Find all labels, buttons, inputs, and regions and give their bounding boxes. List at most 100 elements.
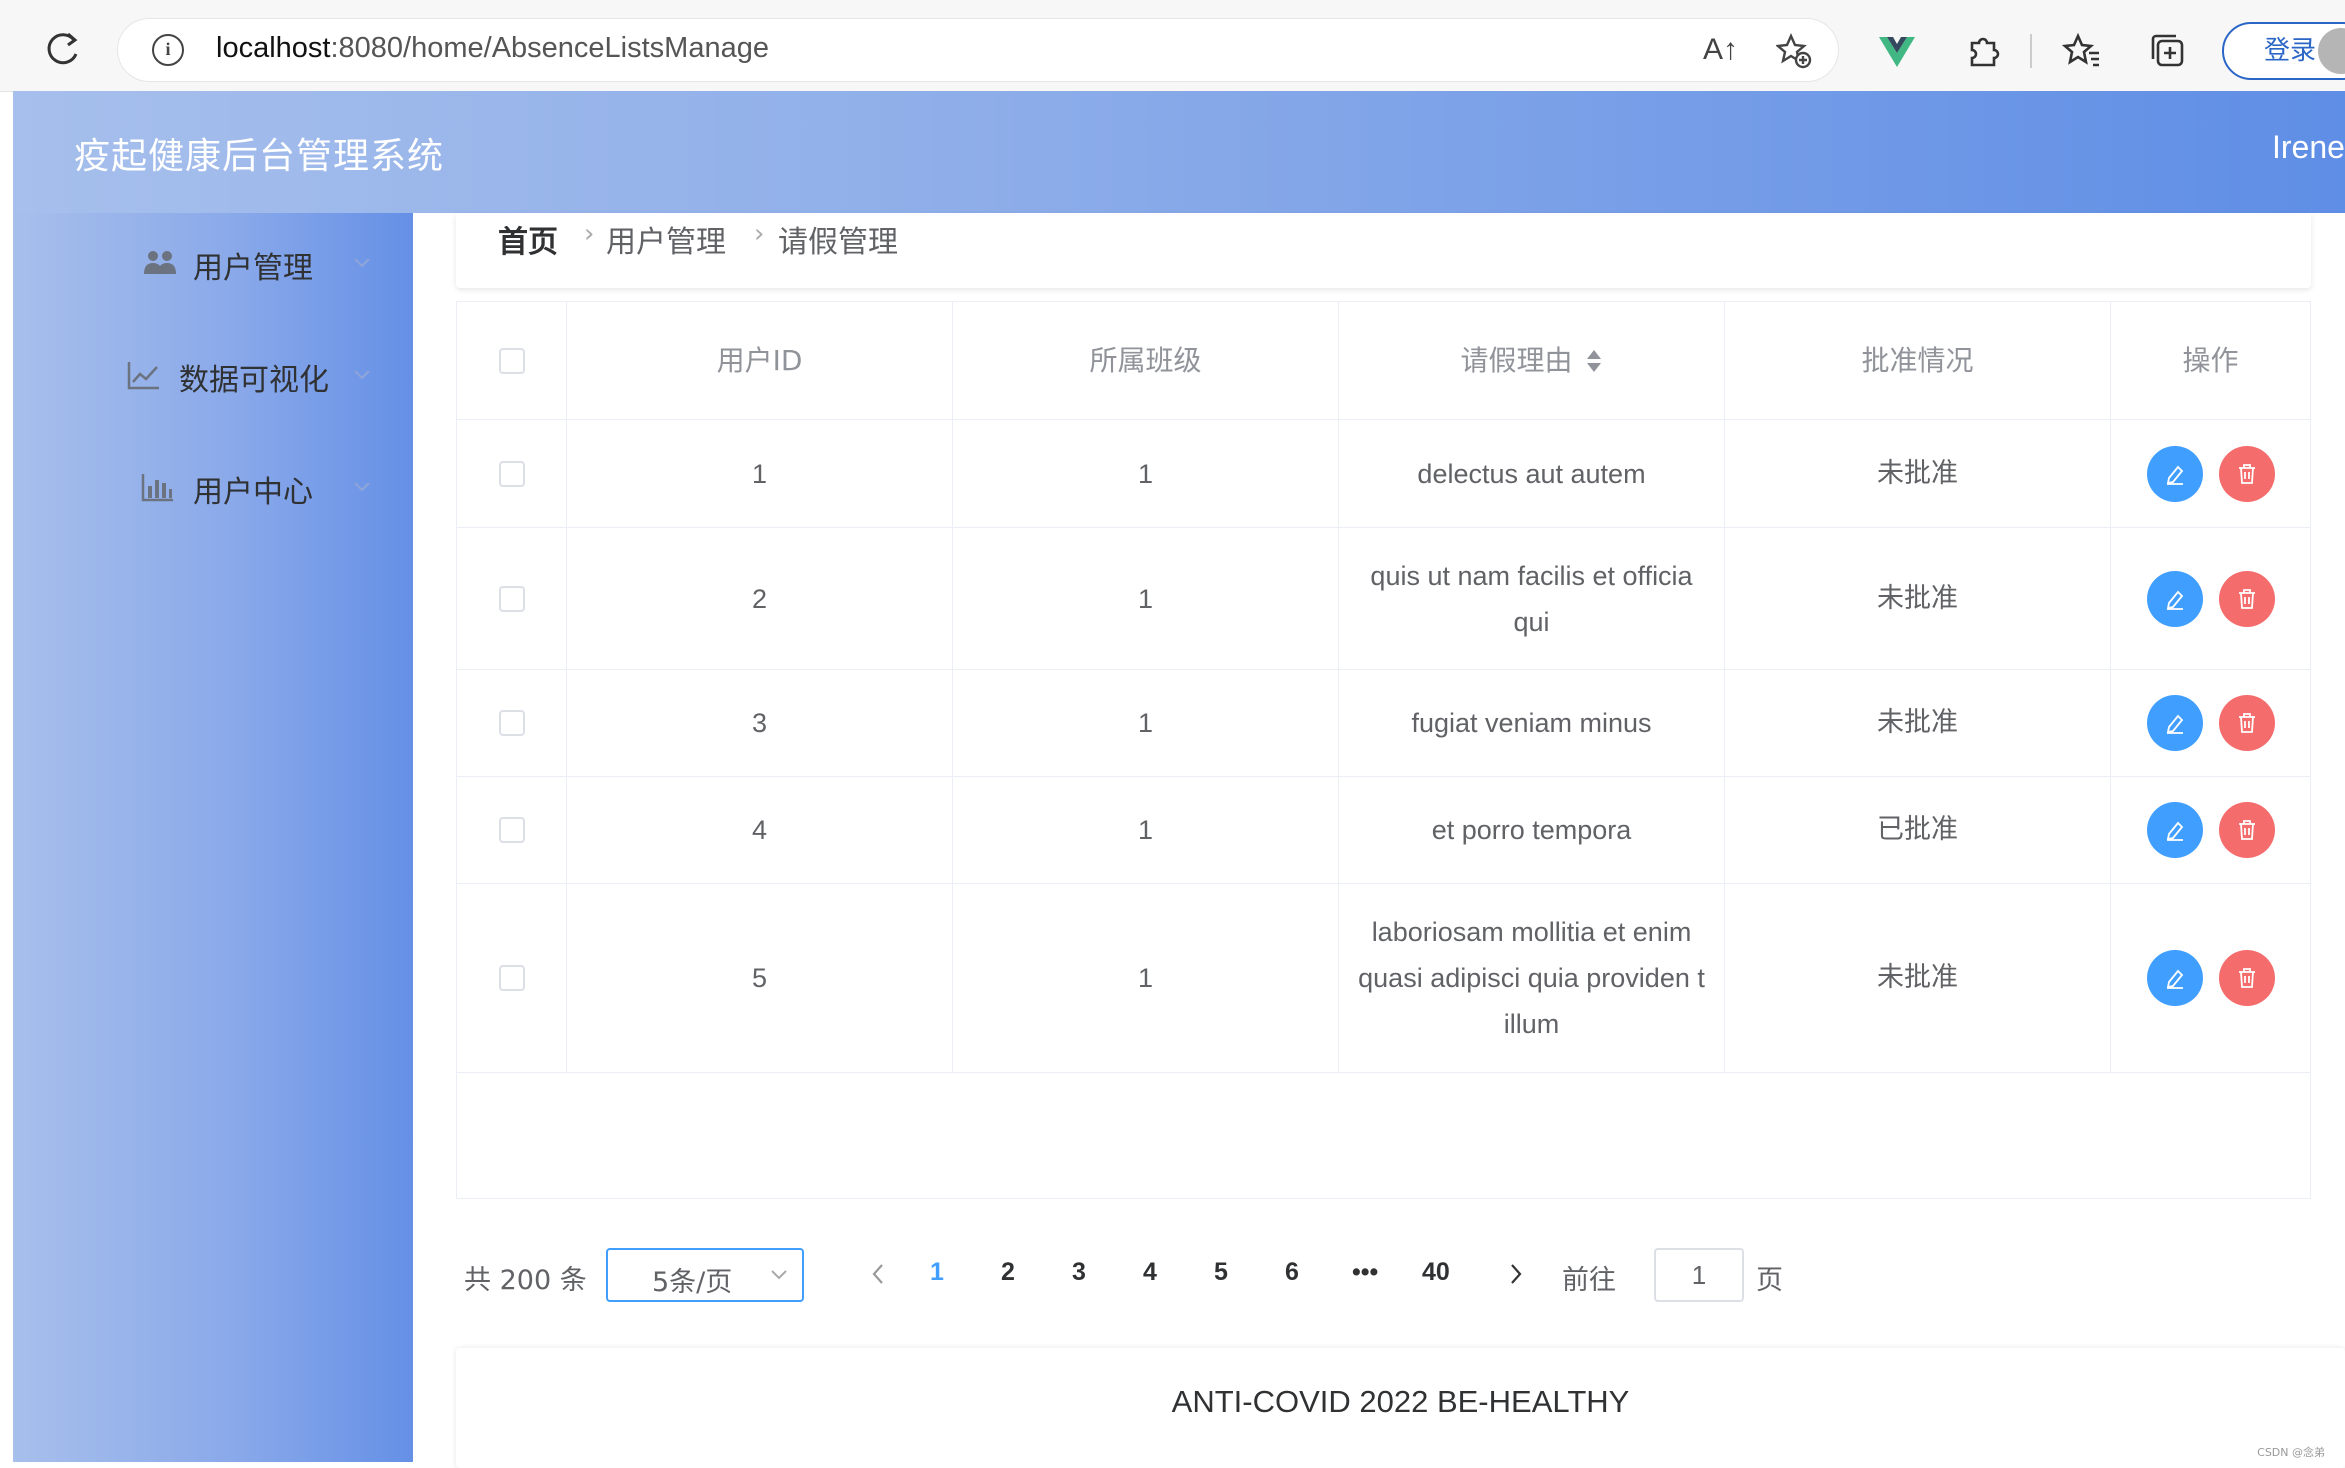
absence-table: 用户ID 所属班级 请假理由 批准情况 操作 1 1 delectus aut …: [456, 301, 2311, 1199]
goto-suffix: 页: [1756, 1265, 1783, 1296]
cell-status: 未批准: [1725, 670, 2111, 776]
row-checkbox[interactable]: [498, 585, 525, 612]
delete-button[interactable]: [2218, 802, 2275, 858]
browser-toolbar: i localhost:8080/home/AbsenceListsManage…: [0, 0, 2345, 92]
sort-icon[interactable]: [1585, 348, 1603, 374]
edit-icon: [2166, 590, 2183, 610]
cell-class: 1: [953, 884, 1339, 1072]
reload-icon[interactable]: [40, 28, 84, 72]
page-size-select[interactable]: 5条/页: [606, 1248, 804, 1302]
chevron-down-icon: [771, 1270, 787, 1280]
breadcrumb-home[interactable]: 首页: [498, 217, 558, 261]
page-number[interactable]: 4: [1143, 1258, 1157, 1287]
delete-button[interactable]: [2218, 950, 2275, 1006]
collections-icon[interactable]: [2148, 31, 2188, 71]
app-title: 疫起健康后台管理系统: [74, 136, 445, 177]
table-row: 3 1 fugiat veniam minus 未批准: [457, 670, 2310, 777]
cell-status: 未批准: [1725, 528, 2111, 669]
watermark: CSDN @念弟: [2257, 1446, 2325, 1459]
breadcrumb-separator: ›: [754, 219, 765, 249]
edit-button[interactable]: [2146, 570, 2203, 627]
pagination-total: 共 200 条: [464, 1265, 587, 1296]
column-header-actions: 操作: [2182, 343, 2239, 377]
cell-reason: delectus aut autem: [1339, 420, 1725, 527]
cell-user-id: 5: [567, 884, 953, 1072]
cell-status: 未批准: [1725, 884, 2111, 1072]
trash-icon: [2238, 463, 2255, 484]
prev-page-button[interactable]: [868, 1262, 888, 1286]
cell-reason: laboriosam mollitia et enim quasi adipis…: [1339, 884, 1725, 1072]
edit-icon: [2166, 714, 2183, 734]
cell-class: 1: [953, 528, 1339, 669]
cell-user-id: 2: [567, 528, 953, 669]
toolbar-separator: [2030, 34, 2032, 68]
breadcrumb-separator: ›: [584, 219, 595, 249]
cell-user-id: 1: [567, 420, 953, 527]
edit-button[interactable]: [2146, 802, 2203, 858]
trash-icon: [2238, 588, 2255, 609]
site-info-icon[interactable]: i: [152, 34, 184, 66]
address-bar[interactable]: i localhost:8080/home/AbsenceListsManage…: [118, 19, 1838, 81]
delete-button[interactable]: [2218, 445, 2275, 502]
cell-actions: [2111, 884, 2310, 1072]
cell-actions: [2111, 670, 2310, 776]
cell-reason: fugiat veniam minus: [1339, 670, 1725, 776]
edit-icon: [2166, 465, 2183, 485]
table-row: 4 1 et porro tempora 已批准: [457, 777, 2310, 884]
edit-icon: [2166, 969, 2183, 989]
extensions-icon[interactable]: [1964, 31, 2004, 71]
table-row: 2 1 quis ut nam facilis et officia qui 未…: [457, 528, 2310, 670]
cell-class: 1: [953, 670, 1339, 776]
page-number[interactable]: 40: [1422, 1258, 1450, 1287]
vue-devtools-icon[interactable]: [1877, 31, 1917, 71]
row-checkbox[interactable]: [498, 460, 525, 487]
page-number[interactable]: 1: [930, 1258, 944, 1287]
footer: ANTI-COVID 2022 BE-HEALTHY CSDN @念弟: [456, 1348, 2345, 1468]
edit-button[interactable]: [2146, 445, 2203, 502]
edit-button[interactable]: [2146, 950, 2203, 1006]
column-header-reason[interactable]: 请假理由: [1339, 302, 1725, 419]
cell-actions: [2111, 777, 2310, 883]
read-aloud-icon[interactable]: A↑: [1703, 33, 1738, 67]
page-number[interactable]: 3: [1072, 1258, 1086, 1287]
bar-chart-icon: [141, 474, 173, 502]
page-number[interactable]: 5: [1214, 1258, 1228, 1287]
sidebar-item-user-management[interactable]: 用户管理: [13, 233, 413, 293]
favorites-icon[interactable]: [2062, 31, 2102, 71]
table-row: 1 1 delectus aut autem 未批准: [457, 420, 2310, 528]
row-checkbox[interactable]: [498, 965, 525, 991]
delete-button[interactable]: [2218, 695, 2275, 751]
breadcrumb-user-management[interactable]: 用户管理: [606, 217, 726, 261]
goto-page-input[interactable]: 1: [1654, 1248, 1744, 1302]
sidebar-item-data-visualization[interactable]: 数据可视化: [13, 345, 413, 405]
pagination: 共 200 条 5条/页 1 2 3 4 5 6 ••• 40 前往 1 页: [456, 1246, 1783, 1306]
sidebar-item-user-center[interactable]: 用户中心: [13, 457, 413, 517]
trash-icon: [2238, 968, 2255, 988]
trash-icon: [2238, 713, 2255, 733]
table-header-row: 用户ID 所属班级 请假理由 批准情况 操作: [457, 302, 2310, 420]
cell-class: 1: [953, 420, 1339, 527]
chevron-down-icon: [354, 370, 370, 380]
cell-reason: quis ut nam facilis et officia qui: [1339, 528, 1725, 669]
page-number[interactable]: 2: [1001, 1258, 1015, 1287]
cell-user-id: 4: [567, 777, 953, 883]
app-root: 疫起健康后台管理系统 Irene 用户管理 数据可视化 用户中心 首页 › 用户…: [13, 91, 2345, 1468]
main-content: 首页 › 用户管理 › 请假管理 用户ID 所属班级 请假理由 批准情况 操作: [413, 213, 2345, 1468]
delete-button[interactable]: [2218, 570, 2275, 627]
next-page-button[interactable]: [1506, 1262, 1526, 1286]
page-number[interactable]: 6: [1285, 1258, 1299, 1287]
cell-status: 未批准: [1725, 420, 2111, 527]
edit-icon: [2166, 821, 2183, 841]
row-checkbox[interactable]: [498, 710, 525, 736]
goto-label: 前往: [1562, 1265, 1616, 1296]
current-user-name[interactable]: Irene: [2272, 129, 2345, 166]
trash-icon: [2238, 820, 2255, 840]
url-text[interactable]: localhost:8080/home/AbsenceListsManage: [216, 32, 769, 65]
cell-actions: [2111, 420, 2310, 527]
add-favorite-icon[interactable]: [1776, 33, 1812, 69]
edit-button[interactable]: [2146, 695, 2203, 751]
more-pages-ellipsis[interactable]: •••: [1352, 1258, 1378, 1287]
row-checkbox[interactable]: [498, 817, 525, 843]
select-all-checkbox[interactable]: [498, 347, 525, 374]
cell-status: 已批准: [1725, 777, 2111, 883]
